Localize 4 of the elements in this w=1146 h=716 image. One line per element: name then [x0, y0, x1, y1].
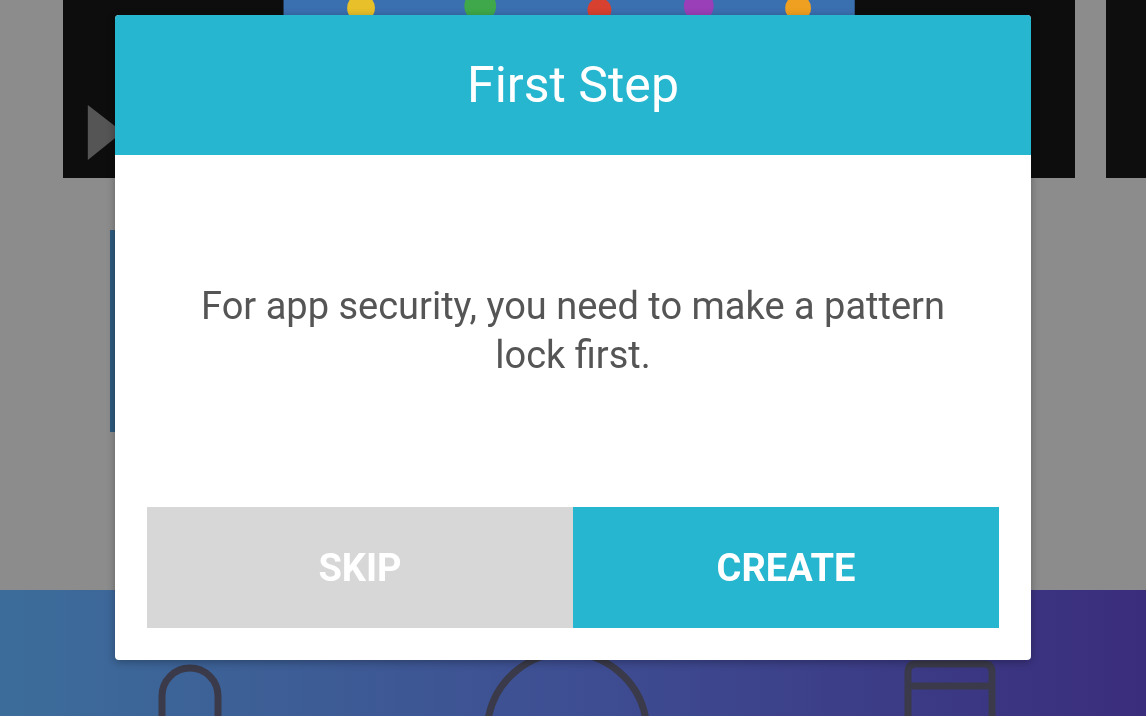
dialog-message: For app security, you need to make a pattern lock first. — [200, 282, 946, 379]
create-button[interactable]: CREATE — [573, 507, 999, 628]
dialog-title: First Step — [467, 56, 679, 114]
browser-icon[interactable] — [904, 660, 996, 716]
